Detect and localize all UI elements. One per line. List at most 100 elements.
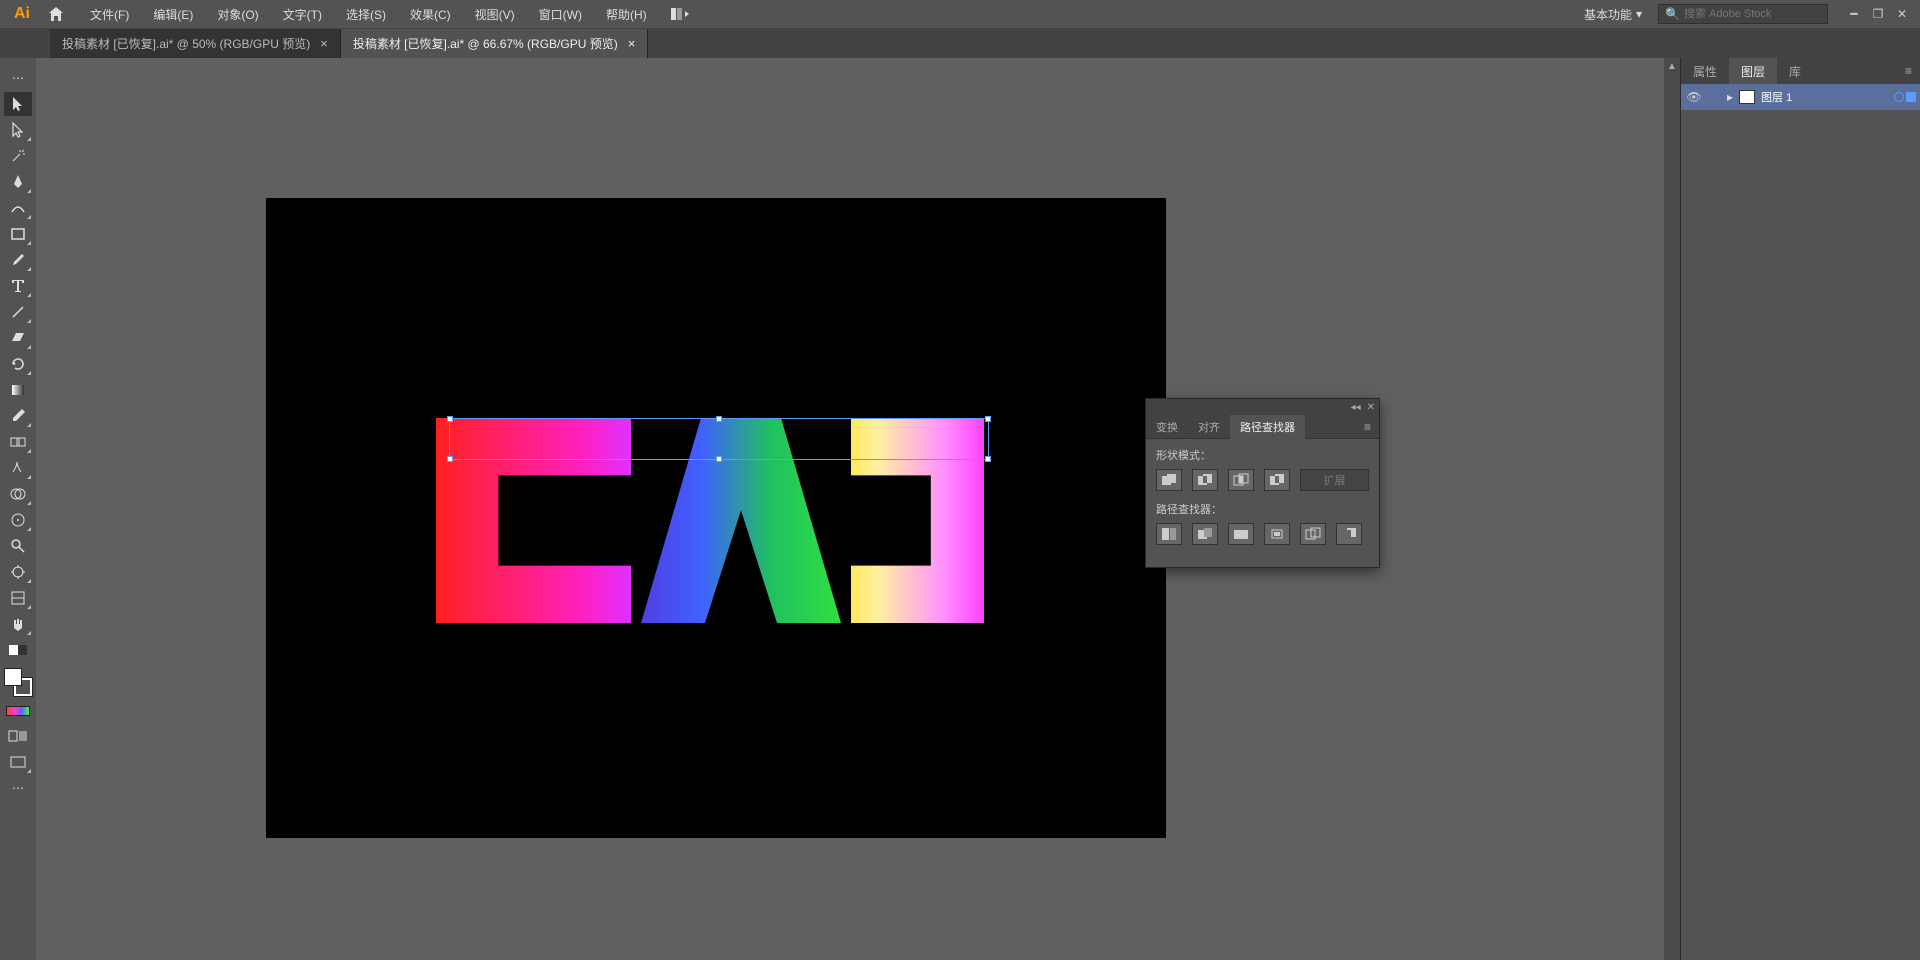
eraser-tool[interactable] (4, 326, 32, 350)
shape-modes-label: 形状模式： (1156, 447, 1369, 463)
eyedropper-tool[interactable] (4, 404, 32, 428)
symbol-sprayer-tool[interactable] (4, 508, 32, 532)
workspace-label: 基本功能 (1584, 6, 1632, 23)
menu-edit[interactable]: 编辑(E) (143, 2, 203, 27)
pathfinder-tabs: 变换 对齐 路径查找器 ≡ (1146, 415, 1379, 439)
letter-a-shape[interactable] (641, 418, 841, 623)
gradient-swatch[interactable] (6, 706, 30, 716)
artwork-text (436, 418, 984, 623)
menu-window[interactable]: 窗口(W) (529, 2, 592, 27)
hand-tool[interactable] (4, 612, 32, 636)
merge-button[interactable] (1228, 523, 1254, 545)
menu-effect[interactable]: 效果(C) (400, 2, 461, 27)
selection-color-icon[interactable] (1906, 92, 1916, 102)
window-controls: ━ ❐ ✕ (1844, 6, 1912, 22)
menubar: Ai 文件(F) 编辑(E) 对象(O) 文字(T) 选择(S) 效果(C) 视… (0, 0, 1920, 28)
zoom-tool[interactable] (4, 534, 32, 558)
search-box[interactable]: 🔍 (1658, 4, 1828, 24)
tab-align[interactable]: 对齐 (1188, 415, 1230, 439)
layer-name[interactable]: 图层 1 (1761, 89, 1888, 105)
pathfinder-panel: ◂◂ ✕ 变换 对齐 路径查找器 ≡ 形状模式： 扩展 路径查找器： (1145, 398, 1380, 568)
menu-help[interactable]: 帮助(H) (596, 2, 657, 27)
menu-object[interactable]: 对象(O) (207, 2, 268, 27)
blend-tool[interactable] (4, 430, 32, 454)
scroll-up-icon[interactable]: ▲ (1664, 58, 1680, 74)
close-button[interactable]: ✕ (1892, 6, 1912, 22)
expand-button[interactable]: 扩展 (1300, 469, 1369, 491)
rotate-tool[interactable] (4, 352, 32, 376)
pathfinders-label: 路径查找器： (1156, 501, 1369, 517)
menu-items: 文件(F) 编辑(E) 对象(O) 文字(T) 选择(S) 效果(C) 视图(V… (80, 2, 657, 27)
tab-close-icon[interactable]: × (628, 36, 636, 51)
trim-button[interactable] (1192, 523, 1218, 545)
magic-wand-tool[interactable] (4, 144, 32, 168)
shape-modes-row: 扩展 (1156, 469, 1369, 491)
tab-transform[interactable]: 变换 (1146, 415, 1188, 439)
more-tools-icon[interactable]: ⋯ (4, 776, 32, 800)
minus-front-button[interactable] (1192, 469, 1218, 491)
minimize-button[interactable]: ━ (1844, 6, 1864, 22)
unite-button[interactable] (1156, 469, 1182, 491)
visibility-toggle-icon[interactable]: 👁 (1685, 90, 1703, 104)
menu-view[interactable]: 视图(V) (465, 2, 525, 27)
fill-stroke-swatch[interactable] (4, 668, 32, 696)
scissors-tool[interactable] (4, 456, 32, 480)
main-area: ⋯ (0, 58, 1920, 960)
panel-menu-icon[interactable]: ≡ (1356, 420, 1379, 434)
line-tool[interactable] (4, 300, 32, 324)
maximize-button[interactable]: ❐ (1868, 6, 1888, 22)
fill-swatch[interactable] (4, 668, 22, 686)
gradient-tool[interactable] (4, 378, 32, 402)
layer-thumbnail (1739, 90, 1755, 104)
rectangle-tool[interactable] (4, 222, 32, 246)
curvature-tool[interactable] (4, 196, 32, 220)
menu-file[interactable]: 文件(F) (80, 2, 139, 27)
letter-j-shape[interactable] (851, 418, 984, 623)
panel-tab-properties[interactable]: 属性 (1681, 58, 1729, 85)
close-panel-icon[interactable]: ✕ (1367, 402, 1375, 413)
target-icon[interactable] (1894, 92, 1904, 102)
panel-tab-layers[interactable]: 图层 (1729, 58, 1777, 85)
panel-menu-icon[interactable]: ≡ (1897, 64, 1920, 78)
pen-tool[interactable] (4, 170, 32, 194)
menu-select[interactable]: 选择(S) (336, 2, 396, 27)
type-tool[interactable] (4, 274, 32, 298)
letter-c-shape[interactable] (436, 418, 631, 623)
canvas-area[interactable]: ▲ (36, 58, 1680, 960)
outline-button[interactable] (1300, 523, 1326, 545)
vertical-scrollbar[interactable]: ▲ (1664, 58, 1680, 960)
paintbrush-tool[interactable] (4, 248, 32, 272)
crop-button[interactable] (1264, 523, 1290, 545)
expand-layer-icon[interactable]: ▸ (1727, 90, 1733, 104)
search-input[interactable] (1684, 8, 1821, 20)
home-icon[interactable] (44, 2, 68, 26)
divide-button[interactable] (1156, 523, 1182, 545)
pathfinder-body: 形状模式： 扩展 路径查找器： (1146, 439, 1379, 567)
direct-selection-tool[interactable] (4, 118, 32, 142)
panel-titlebar[interactable]: ◂◂ ✕ (1146, 399, 1379, 415)
panel-tab-libraries[interactable]: 库 (1777, 58, 1813, 85)
color-mode-icon[interactable] (4, 638, 32, 662)
chevron-down-icon: ▾ (1636, 7, 1642, 21)
tab-close-icon[interactable]: × (320, 36, 328, 51)
tools-panel: ⋯ (0, 58, 36, 960)
collapse-panel-icon[interactable]: ◂◂ (1351, 402, 1361, 413)
tab-pathfinder[interactable]: 路径查找器 (1230, 415, 1305, 439)
edit-toolbar-icon[interactable]: ⋯ (4, 66, 32, 90)
screen-mode-icon[interactable] (4, 750, 32, 774)
document-tab[interactable]: 投稿素材 [已恢复].ai* @ 66.67% (RGB/GPU 预览) × (341, 29, 649, 58)
menu-type[interactable]: 文字(T) (273, 2, 332, 27)
shape-builder-tool[interactable] (4, 482, 32, 506)
draw-mode-icon[interactable] (4, 724, 32, 748)
layer-row[interactable]: 👁 ▸ 图层 1 (1681, 84, 1920, 110)
intersect-button[interactable] (1228, 469, 1254, 491)
artboard-tool[interactable] (4, 560, 32, 584)
minus-back-button[interactable] (1336, 523, 1362, 545)
exclude-button[interactable] (1264, 469, 1290, 491)
arrange-documents-icon[interactable] (665, 4, 697, 24)
app-logo-icon: Ai (8, 0, 36, 28)
slice-tool[interactable] (4, 586, 32, 610)
selection-tool[interactable] (4, 92, 32, 116)
workspace-switcher[interactable]: 基本功能 ▾ (1576, 2, 1650, 27)
document-tab[interactable]: 投稿素材 [已恢复].ai* @ 50% (RGB/GPU 预览) × (50, 29, 341, 58)
